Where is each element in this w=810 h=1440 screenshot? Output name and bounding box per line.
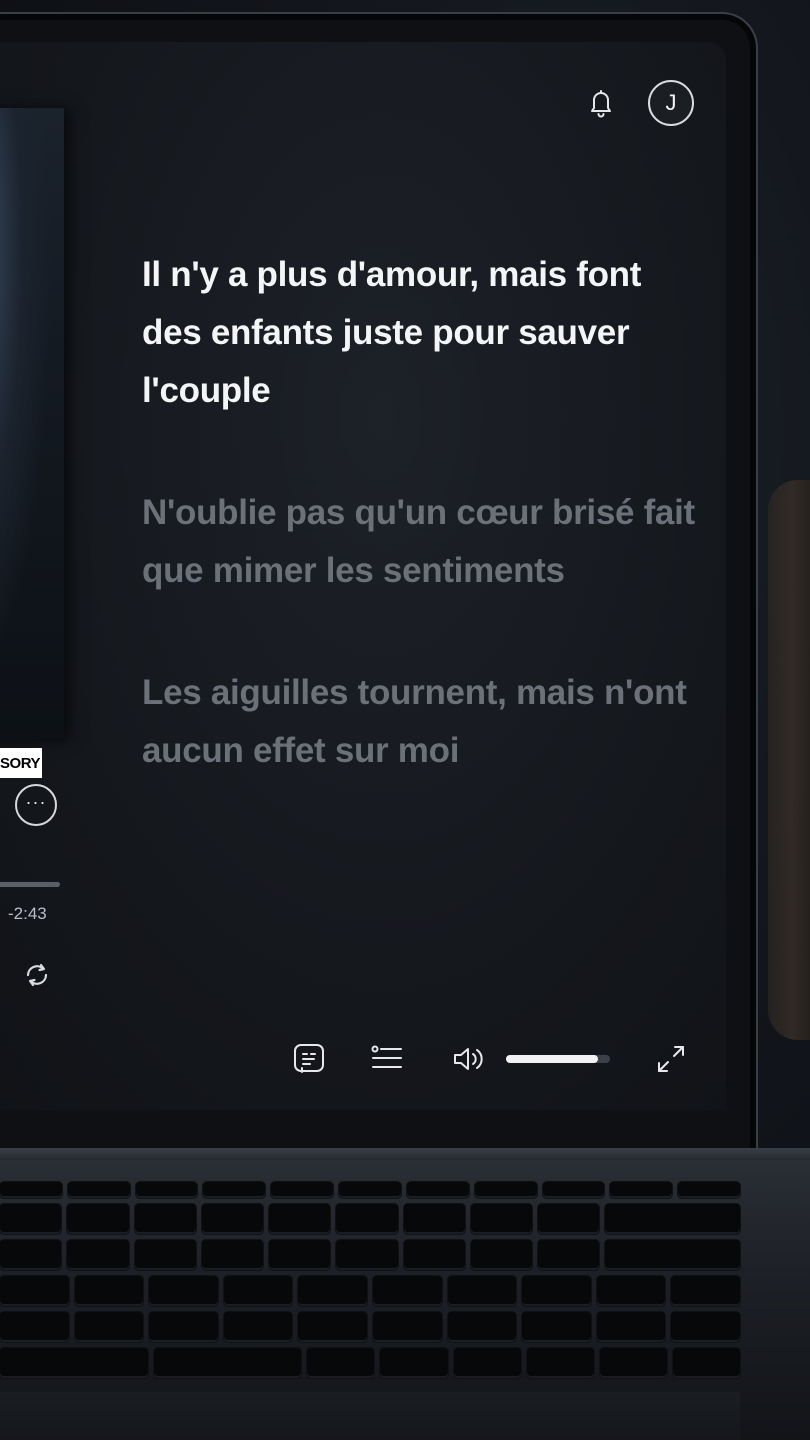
key <box>0 1182 62 1198</box>
palm-rest <box>0 1392 740 1440</box>
key <box>453 1347 521 1378</box>
key <box>149 1311 218 1342</box>
key <box>135 1182 198 1198</box>
key <box>74 1275 144 1306</box>
key <box>0 1275 69 1306</box>
key <box>406 1182 469 1198</box>
key <box>403 1239 465 1270</box>
key <box>522 1311 591 1342</box>
key <box>153 1347 302 1378</box>
key <box>67 1203 129 1234</box>
key <box>447 1275 517 1306</box>
key <box>538 1203 600 1234</box>
key <box>610 1182 673 1198</box>
keyboard <box>0 1182 740 1378</box>
key <box>470 1203 532 1234</box>
more-options-label: ··· <box>25 792 47 812</box>
key <box>599 1347 667 1378</box>
user-avatar-button[interactable]: J <box>648 80 694 126</box>
key <box>336 1239 398 1270</box>
key <box>298 1275 367 1306</box>
advisory-text: ISORY <box>0 754 40 772</box>
time-remaining: -2:43 <box>8 904 47 923</box>
playback-progress-bar[interactable] <box>0 882 60 887</box>
key <box>0 1311 69 1342</box>
key <box>596 1311 666 1342</box>
key <box>474 1182 537 1198</box>
key <box>678 1182 740 1198</box>
key <box>307 1347 375 1378</box>
key <box>447 1311 517 1342</box>
lyric-line[interactable]: Les aiguilles tournent, mais n'ont aucun… <box>142 664 702 780</box>
lyric-line[interactable]: N'oublie pas qu'un cœur brisé fait que m… <box>142 484 702 600</box>
album-art: ISORY <box>0 108 64 778</box>
avatar-initial: J <box>665 90 677 115</box>
key <box>269 1203 331 1234</box>
key <box>298 1311 367 1342</box>
key <box>596 1275 666 1306</box>
key <box>149 1275 218 1306</box>
background-lamp <box>768 480 810 1040</box>
key <box>0 1239 62 1270</box>
key <box>134 1239 196 1270</box>
queue-button[interactable] <box>370 1044 404 1074</box>
key <box>605 1239 740 1270</box>
repeat-button[interactable] <box>22 960 52 990</box>
fullscreen-icon <box>658 1046 684 1072</box>
lyrics-button[interactable] <box>292 1042 326 1076</box>
more-options-button[interactable]: ··· <box>15 784 57 826</box>
key <box>271 1182 334 1198</box>
key <box>203 1182 266 1198</box>
key <box>403 1203 465 1234</box>
parental-advisory-label: ISORY <box>0 748 42 778</box>
fullscreen-button[interactable] <box>654 1042 688 1076</box>
key <box>542 1182 605 1198</box>
key <box>336 1203 398 1234</box>
volume-icon <box>454 1048 483 1070</box>
notifications-button[interactable] <box>586 86 616 120</box>
key <box>67 1182 130 1198</box>
key <box>671 1311 740 1342</box>
key <box>269 1239 331 1270</box>
key <box>672 1347 740 1378</box>
lyric-line-current[interactable]: Il n'y a plus d'amour, mais font des enf… <box>142 246 702 420</box>
bell-icon <box>591 90 611 118</box>
key <box>380 1347 448 1378</box>
key <box>671 1275 740 1306</box>
key <box>67 1239 129 1270</box>
key <box>0 1203 62 1234</box>
volume-slider-fill <box>506 1055 598 1063</box>
key <box>538 1239 600 1270</box>
key <box>201 1203 263 1234</box>
key <box>526 1347 594 1378</box>
volume-slider[interactable] <box>506 1055 610 1063</box>
laptop-screen: ISORY ··· -2:43 J Il n'y a plus d'amour,… <box>0 42 726 1110</box>
key <box>470 1239 532 1270</box>
key <box>201 1239 263 1270</box>
key <box>134 1203 196 1234</box>
key <box>74 1311 144 1342</box>
key <box>0 1347 148 1378</box>
key <box>372 1275 442 1306</box>
key <box>605 1203 740 1234</box>
key <box>223 1275 293 1306</box>
lyrics-icon <box>294 1044 324 1073</box>
repeat-icon <box>26 963 48 987</box>
key <box>339 1182 401 1198</box>
key <box>223 1311 293 1342</box>
key <box>522 1275 591 1306</box>
lyrics-panel: Il n'y a plus d'amour, mais font des enf… <box>142 246 702 844</box>
volume-button[interactable] <box>452 1044 486 1074</box>
key <box>372 1311 442 1342</box>
queue-icon <box>371 1045 402 1068</box>
